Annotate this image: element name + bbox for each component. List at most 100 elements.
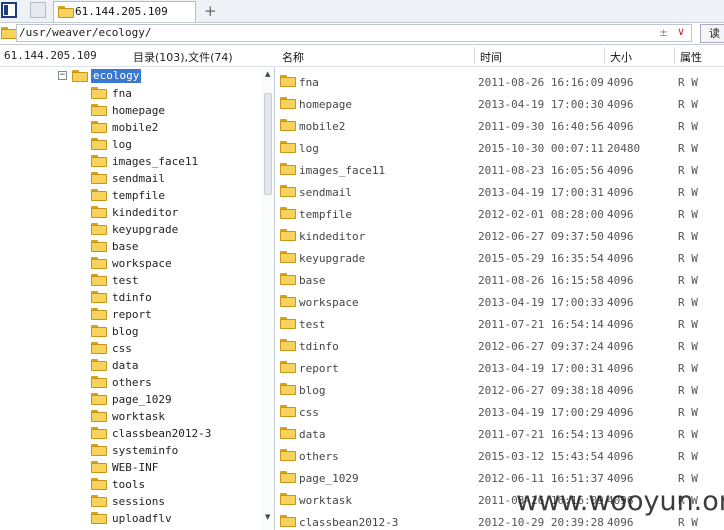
- folder-icon: [91, 427, 107, 439]
- file-row[interactable]: tempfile 2012-02-01 08:28:00 4096 R W: [276, 202, 724, 224]
- tree-root-label[interactable]: ecology: [91, 69, 142, 83]
- file-row[interactable]: images_face11 2011-08-23 16:05:56 4096 R W: [276, 158, 724, 180]
- address-field: /usr/weaver/ecology/ ± ∨: [0, 23, 700, 44]
- file-row[interactable]: page_1029 2012-06-11 16:51:37 4096 R W: [276, 466, 724, 488]
- tree-scrollbar[interactable]: ▲ ▼: [262, 67, 274, 530]
- file-row[interactable]: homepage 2013-04-19 17:00:30 4096 R W: [276, 92, 724, 114]
- scroll-up-icon[interactable]: ▲: [265, 70, 270, 78]
- folder-icon: [280, 163, 296, 175]
- folder-icon: [280, 273, 296, 285]
- file-name: kindeditor: [299, 230, 366, 243]
- file-name: sendmail: [299, 186, 352, 199]
- file-row[interactable]: log 2015-10-30 00:07:11 20480 R W: [276, 136, 724, 158]
- chevron-down-icon[interactable]: ∨: [677, 25, 685, 38]
- tree-item-label: images_face11: [112, 155, 199, 168]
- file-row[interactable]: css 2013-04-19 17:00:29 4096 R W: [276, 400, 724, 422]
- column-header-size[interactable]: 大小: [610, 49, 632, 65]
- file-row[interactable]: workspace 2013-04-19 17:00:33 4096 R W: [276, 290, 724, 312]
- file-size: 4096: [607, 450, 634, 463]
- column-header-attr[interactable]: 属性: [680, 49, 702, 65]
- column-divider[interactable]: [604, 47, 605, 64]
- new-tab-button[interactable]: +: [204, 2, 217, 20]
- file-attr: R W: [678, 252, 698, 265]
- file-row[interactable]: base 2011-08-26 16:15:58 4096 R W: [276, 268, 724, 290]
- header-row: 61.144.205.109 目录(103),文件(74) 名称 时间 大小 属…: [0, 45, 724, 67]
- file-attr: R W: [678, 340, 698, 353]
- path-input[interactable]: /usr/weaver/ecology/: [16, 24, 692, 42]
- file-size: 4096: [607, 230, 634, 243]
- file-time: 2011-09-30 16:40:56: [478, 120, 604, 133]
- folder-icon: [91, 155, 107, 167]
- tree-item-label: base: [112, 240, 139, 253]
- column-header-time[interactable]: 时间: [480, 49, 502, 65]
- file-size: 4096: [607, 186, 634, 199]
- collapse-icon[interactable]: −: [58, 71, 67, 80]
- file-name: homepage: [299, 98, 352, 111]
- folder-icon: [91, 274, 107, 286]
- file-size: 4096: [607, 274, 634, 287]
- file-name: tempfile: [299, 208, 352, 221]
- folder-icon: [280, 449, 296, 461]
- file-row[interactable]: report 2013-04-19 17:00:31 4096 R W: [276, 356, 724, 378]
- file-name: mobile2: [299, 120, 346, 133]
- file-row[interactable]: sendmail 2013-04-19 17:00:31 4096 R W: [276, 180, 724, 202]
- directory-tree: − ecology fna homepage mobile2 log images_fa…: [0, 67, 275, 530]
- folder-icon: [1, 27, 17, 39]
- file-row[interactable]: test 2011-07-21 16:54:14 4096 R W: [276, 312, 724, 334]
- file-time: 2015-10-30 00:07:11: [478, 142, 604, 155]
- file-attr: R W: [678, 274, 698, 287]
- file-list: fna 2011-08-26 16:16:09 4096 R Whomepage 201…: [276, 67, 724, 530]
- tree-item-label: log: [112, 138, 132, 151]
- folder-icon: [91, 138, 107, 150]
- file-size: 4096: [607, 98, 634, 111]
- plusminus-icon[interactable]: ±: [659, 26, 668, 39]
- folder-icon: [280, 229, 296, 241]
- file-row[interactable]: tdinfo 2012-06-27 09:37:24 4096 R W: [276, 334, 724, 356]
- folder-icon: [280, 405, 296, 417]
- scroll-down-icon[interactable]: ▼: [265, 513, 270, 521]
- column-divider[interactable]: [674, 47, 675, 64]
- file-row[interactable]: blog 2012-06-27 09:38:18 4096 R W: [276, 378, 724, 400]
- tree-item-label: tempfile: [112, 189, 165, 202]
- folder-icon: [91, 376, 107, 388]
- file-time: 2011-08-26 16:15:58: [478, 274, 604, 287]
- read-button[interactable]: 读: [700, 24, 724, 43]
- panel-toggle-icon[interactable]: [1, 2, 17, 18]
- blank-page-icon[interactable]: [30, 2, 46, 18]
- file-size: 4096: [607, 164, 634, 177]
- folder-icon: [280, 339, 296, 351]
- file-attr: R W: [678, 516, 698, 529]
- file-row[interactable]: others 2015-03-12 15:43:54 4096 R W: [276, 444, 724, 466]
- file-attr: R W: [678, 296, 698, 309]
- tree-item-label: workspace: [112, 257, 172, 270]
- folder-icon: [91, 512, 107, 524]
- file-size: 4096: [607, 296, 634, 309]
- tab-bar: 61.144.205.109 +: [0, 0, 724, 23]
- file-size: 4096: [607, 472, 634, 485]
- tree-item-label: mobile2: [112, 121, 159, 134]
- scrollbar-thumb[interactable]: [264, 93, 272, 195]
- tab-host[interactable]: 61.144.205.109: [53, 1, 196, 22]
- file-name: images_face11: [299, 164, 386, 177]
- folder-icon: [280, 251, 296, 263]
- file-attr: R W: [678, 186, 698, 199]
- file-size: 4096: [607, 318, 634, 331]
- column-header-name[interactable]: 名称: [282, 49, 304, 65]
- file-row[interactable]: mobile2 2011-09-30 16:40:56 4096 R W: [276, 114, 724, 136]
- folder-icon: [58, 6, 74, 18]
- file-row[interactable]: kindeditor 2012-06-27 09:37:50 4096 R W: [276, 224, 724, 246]
- tree-item-label: page_1029: [112, 393, 172, 406]
- tree-item-label: worktask: [112, 410, 165, 423]
- file-attr: R W: [678, 164, 698, 177]
- folder-icon: [280, 515, 296, 527]
- file-row[interactable]: data 2011-07-21 16:54:13 4096 R W: [276, 422, 724, 444]
- file-row[interactable]: keyupgrade 2015-05-29 16:35:54 4096 R W: [276, 246, 724, 268]
- file-row[interactable]: fna 2011-08-26 16:16:09 4096 R W: [276, 70, 724, 92]
- file-size: 4096: [607, 252, 634, 265]
- column-divider[interactable]: [474, 47, 475, 64]
- file-name: data: [299, 428, 326, 441]
- folder-icon: [280, 75, 296, 87]
- folder-icon: [91, 359, 107, 371]
- folder-icon: [280, 383, 296, 395]
- tab-label: 61.144.205.109: [75, 5, 168, 18]
